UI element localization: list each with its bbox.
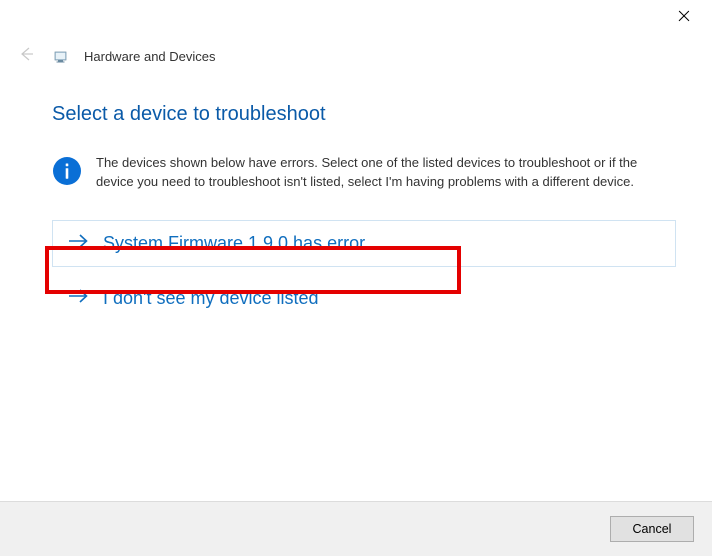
cancel-button[interactable]: Cancel	[610, 516, 694, 542]
option-device-not-listed[interactable]: I don't see my device listed	[52, 275, 676, 322]
content-area: Select a device to troubleshoot The devi…	[0, 79, 712, 322]
info-icon	[52, 156, 82, 186]
page-heading: Select a device to troubleshoot	[52, 103, 676, 126]
header-title: Hardware and Devices	[84, 49, 216, 64]
arrow-right-icon	[69, 288, 89, 309]
option-firmware-error[interactable]: System Firmware 1.9.0 has error	[52, 220, 676, 267]
back-icon	[18, 46, 34, 67]
header-row: Hardware and Devices	[0, 38, 712, 79]
option-label: I don't see my device listed	[103, 288, 319, 309]
arrow-right-icon	[69, 233, 89, 254]
close-button[interactable]	[674, 6, 694, 26]
footer: Cancel	[0, 501, 712, 556]
info-text: The devices shown below have errors. Sel…	[96, 154, 676, 192]
option-label: System Firmware 1.9.0 has error	[103, 233, 365, 254]
titlebar	[0, 0, 712, 38]
info-row: The devices shown below have errors. Sel…	[52, 154, 676, 192]
troubleshooter-icon	[54, 49, 70, 65]
